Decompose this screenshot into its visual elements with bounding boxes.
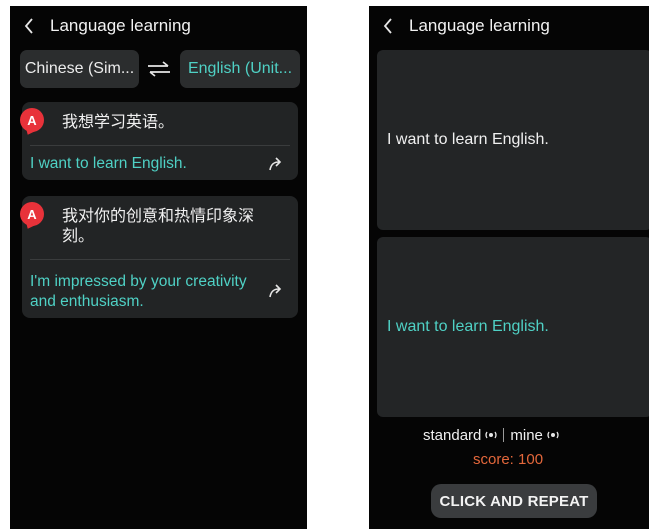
score-display: score: 100 [473, 451, 543, 468]
card-divider [30, 259, 290, 260]
back-chevron-icon[interactable] [24, 6, 40, 46]
score-label: score: [473, 451, 514, 468]
source-text: 我对你的创意和热情印象深刻。 [62, 208, 255, 245]
translation-text: I'm impressed by your creativity and ent… [30, 273, 247, 310]
translation-text: I want to learn English. [30, 155, 187, 172]
practice-screen: Language learning I want to learn Englis… [369, 6, 649, 529]
conversation-card: A 我想学习英语。 I want to learn English. [20, 102, 298, 180]
standard-text: I want to learn English. [387, 131, 549, 148]
source-text: 我想学习英语。 [62, 114, 175, 131]
audio-play-icon[interactable] [547, 430, 559, 440]
top-bar: Language learning [10, 6, 307, 46]
page-title: Language learning [409, 16, 550, 35]
mine-text-panel: I want to learn English. [377, 237, 649, 417]
click-and-repeat-button[interactable]: CLICK AND REPEAT [431, 484, 597, 518]
mine-audio-label[interactable]: mine [510, 427, 543, 444]
conversation-card: A 我对你的创意和热情印象深刻。 I'm impressed by your c… [20, 196, 298, 318]
source-language-button[interactable]: Chinese (Sim... [20, 50, 139, 88]
page-title: Language learning [50, 16, 191, 35]
swap-arrows-icon[interactable] [146, 59, 172, 79]
top-bar: Language learning [369, 6, 649, 46]
standard-audio-label[interactable]: standard [423, 427, 481, 444]
speaker-badge: A [20, 108, 44, 132]
audio-play-icon[interactable] [485, 430, 498, 440]
mine-text: I want to learn English. [387, 318, 549, 335]
language-selector: Chinese (Sim... English (Unit... [20, 50, 300, 88]
speaker-badge: A [20, 202, 44, 226]
separator [503, 428, 505, 442]
standard-text-panel: I want to learn English. [377, 50, 649, 230]
target-language-button[interactable]: English (Unit... [180, 50, 300, 88]
share-forward-icon[interactable] [268, 157, 284, 171]
score-value: 100 [518, 451, 544, 468]
audio-controls: standard mine [423, 425, 565, 445]
share-forward-icon[interactable] [268, 284, 284, 298]
card-divider [30, 145, 290, 146]
translation-screen: Language learning Chinese (Sim... Englis… [10, 6, 307, 529]
back-chevron-icon[interactable] [383, 6, 399, 46]
